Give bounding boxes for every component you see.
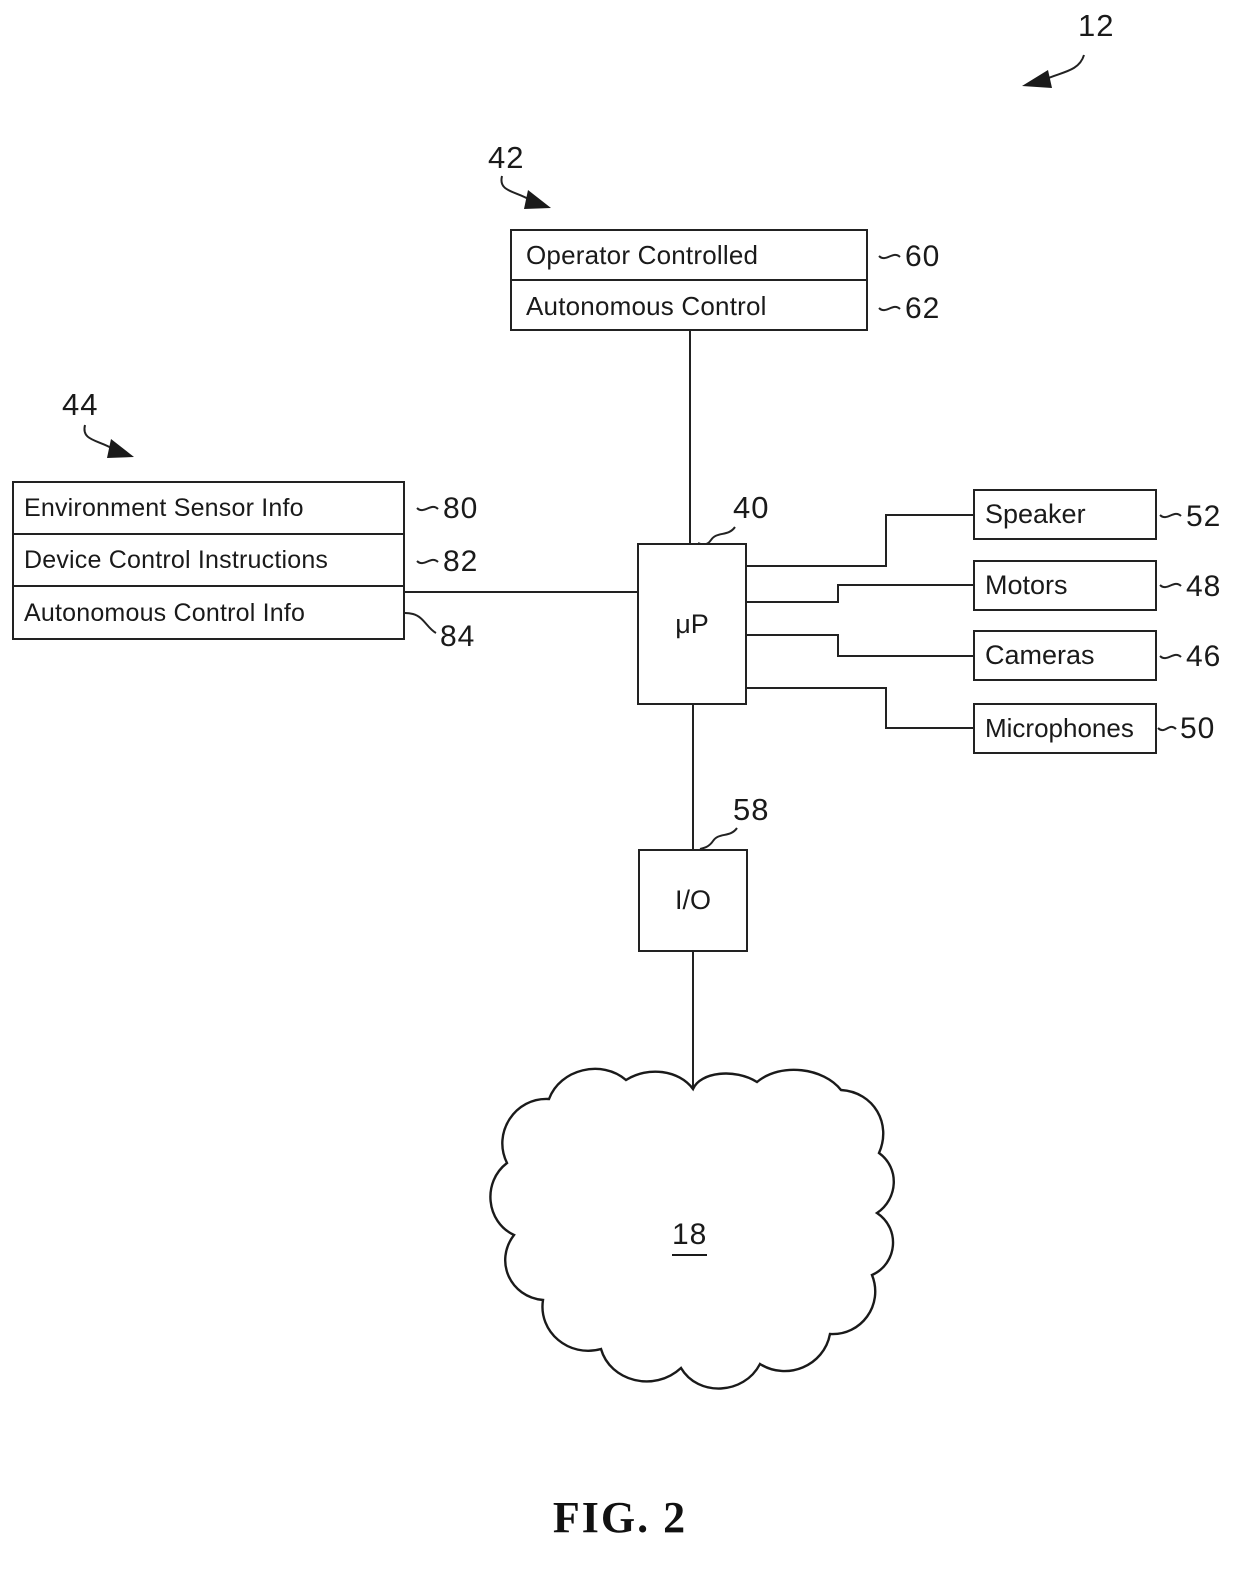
arrowhead-system-12 — [1022, 70, 1052, 88]
control-mode-row-autonomous: Autonomous Control — [512, 281, 866, 331]
leader-ref-62 — [878, 305, 901, 312]
microprocessor-block: μP — [637, 543, 747, 705]
memory-info-row-device-control: Device Control Instructions — [14, 535, 403, 587]
ref-numeral-44: 44 — [62, 387, 99, 422]
ref-numeral-46: 46 — [1186, 640, 1222, 673]
io-block: I/O — [638, 849, 748, 952]
ref-numeral-62: 62 — [905, 292, 941, 325]
peripheral-cameras: Cameras — [973, 630, 1157, 681]
leader-block-44 — [83, 424, 114, 450]
ref-numeral-52: 52 — [1186, 500, 1222, 533]
ref-numeral-12: 12 — [1078, 8, 1115, 43]
peripheral-label-motors: Motors — [985, 570, 1068, 600]
memory-info-label-device-control: Device Control Instructions — [24, 545, 329, 574]
connector-processor-to-cameras — [747, 634, 973, 657]
ref-numeral-84: 84 — [440, 620, 476, 653]
control-modes-block: Operator Controlled Autonomous Control — [510, 229, 868, 331]
connector-processor-to-speaker — [747, 514, 973, 567]
leader-ref-46 — [1159, 653, 1182, 660]
control-mode-label-autonomous: Autonomous Control — [526, 290, 767, 321]
ref-numeral-80: 80 — [443, 492, 479, 525]
ref-numeral-40: 40 — [733, 490, 770, 525]
ref-numeral-82: 82 — [443, 545, 479, 578]
arrowhead-block-44 — [107, 439, 134, 458]
leader-ref-80 — [416, 505, 439, 512]
control-mode-row-operator: Operator Controlled — [512, 231, 866, 281]
peripheral-label-microphones: Microphones — [985, 713, 1134, 743]
network-cloud-label: 18 — [672, 1218, 708, 1256]
microprocessor-label: μP — [675, 608, 709, 639]
figure-caption: FIG. 2 — [552, 1493, 688, 1542]
memory-info-label-autonomous: Autonomous Control Info — [24, 598, 306, 627]
ref-numeral-58: 58 — [733, 792, 770, 827]
memory-info-block: Environment Sensor Info Device Control I… — [12, 481, 405, 640]
peripheral-microphones: Microphones — [973, 703, 1157, 754]
peripheral-motors: Motors — [973, 560, 1157, 611]
leader-ref-58 — [699, 827, 738, 850]
ref-numeral-48: 48 — [1186, 570, 1222, 603]
memory-info-label-environment: Environment Sensor Info — [24, 493, 304, 522]
peripheral-label-cameras: Cameras — [985, 640, 1095, 670]
leader-ref-50 — [1157, 725, 1177, 732]
peripheral-label-speaker: Speaker — [985, 499, 1086, 529]
ref-numeral-42: 42 — [488, 140, 525, 175]
figure-canvas: Operator Controlled Autonomous Control E… — [0, 0, 1240, 1575]
memory-info-row-environment: Environment Sensor Info — [14, 483, 403, 535]
connector-processor-to-microphones — [747, 687, 973, 729]
leader-ref-40 — [697, 526, 736, 546]
leader-ref-52 — [1159, 512, 1182, 519]
ref-numeral-60: 60 — [905, 240, 941, 273]
io-label: I/O — [674, 885, 711, 915]
peripheral-speaker: Speaker — [973, 489, 1157, 540]
leader-ref-82 — [416, 558, 439, 565]
control-mode-label-operator: Operator Controlled — [526, 239, 759, 270]
connector-processor-to-motors — [747, 584, 973, 603]
ref-numeral-50: 50 — [1180, 712, 1216, 745]
leader-system-12 — [1043, 54, 1085, 81]
memory-info-row-autonomous: Autonomous Control Info — [14, 587, 403, 639]
leader-ref-60 — [878, 253, 901, 260]
leader-ref-84 — [404, 612, 437, 634]
leader-ref-48 — [1159, 582, 1182, 589]
arrowhead-block-42 — [524, 190, 551, 209]
leader-block-42 — [500, 175, 531, 201]
